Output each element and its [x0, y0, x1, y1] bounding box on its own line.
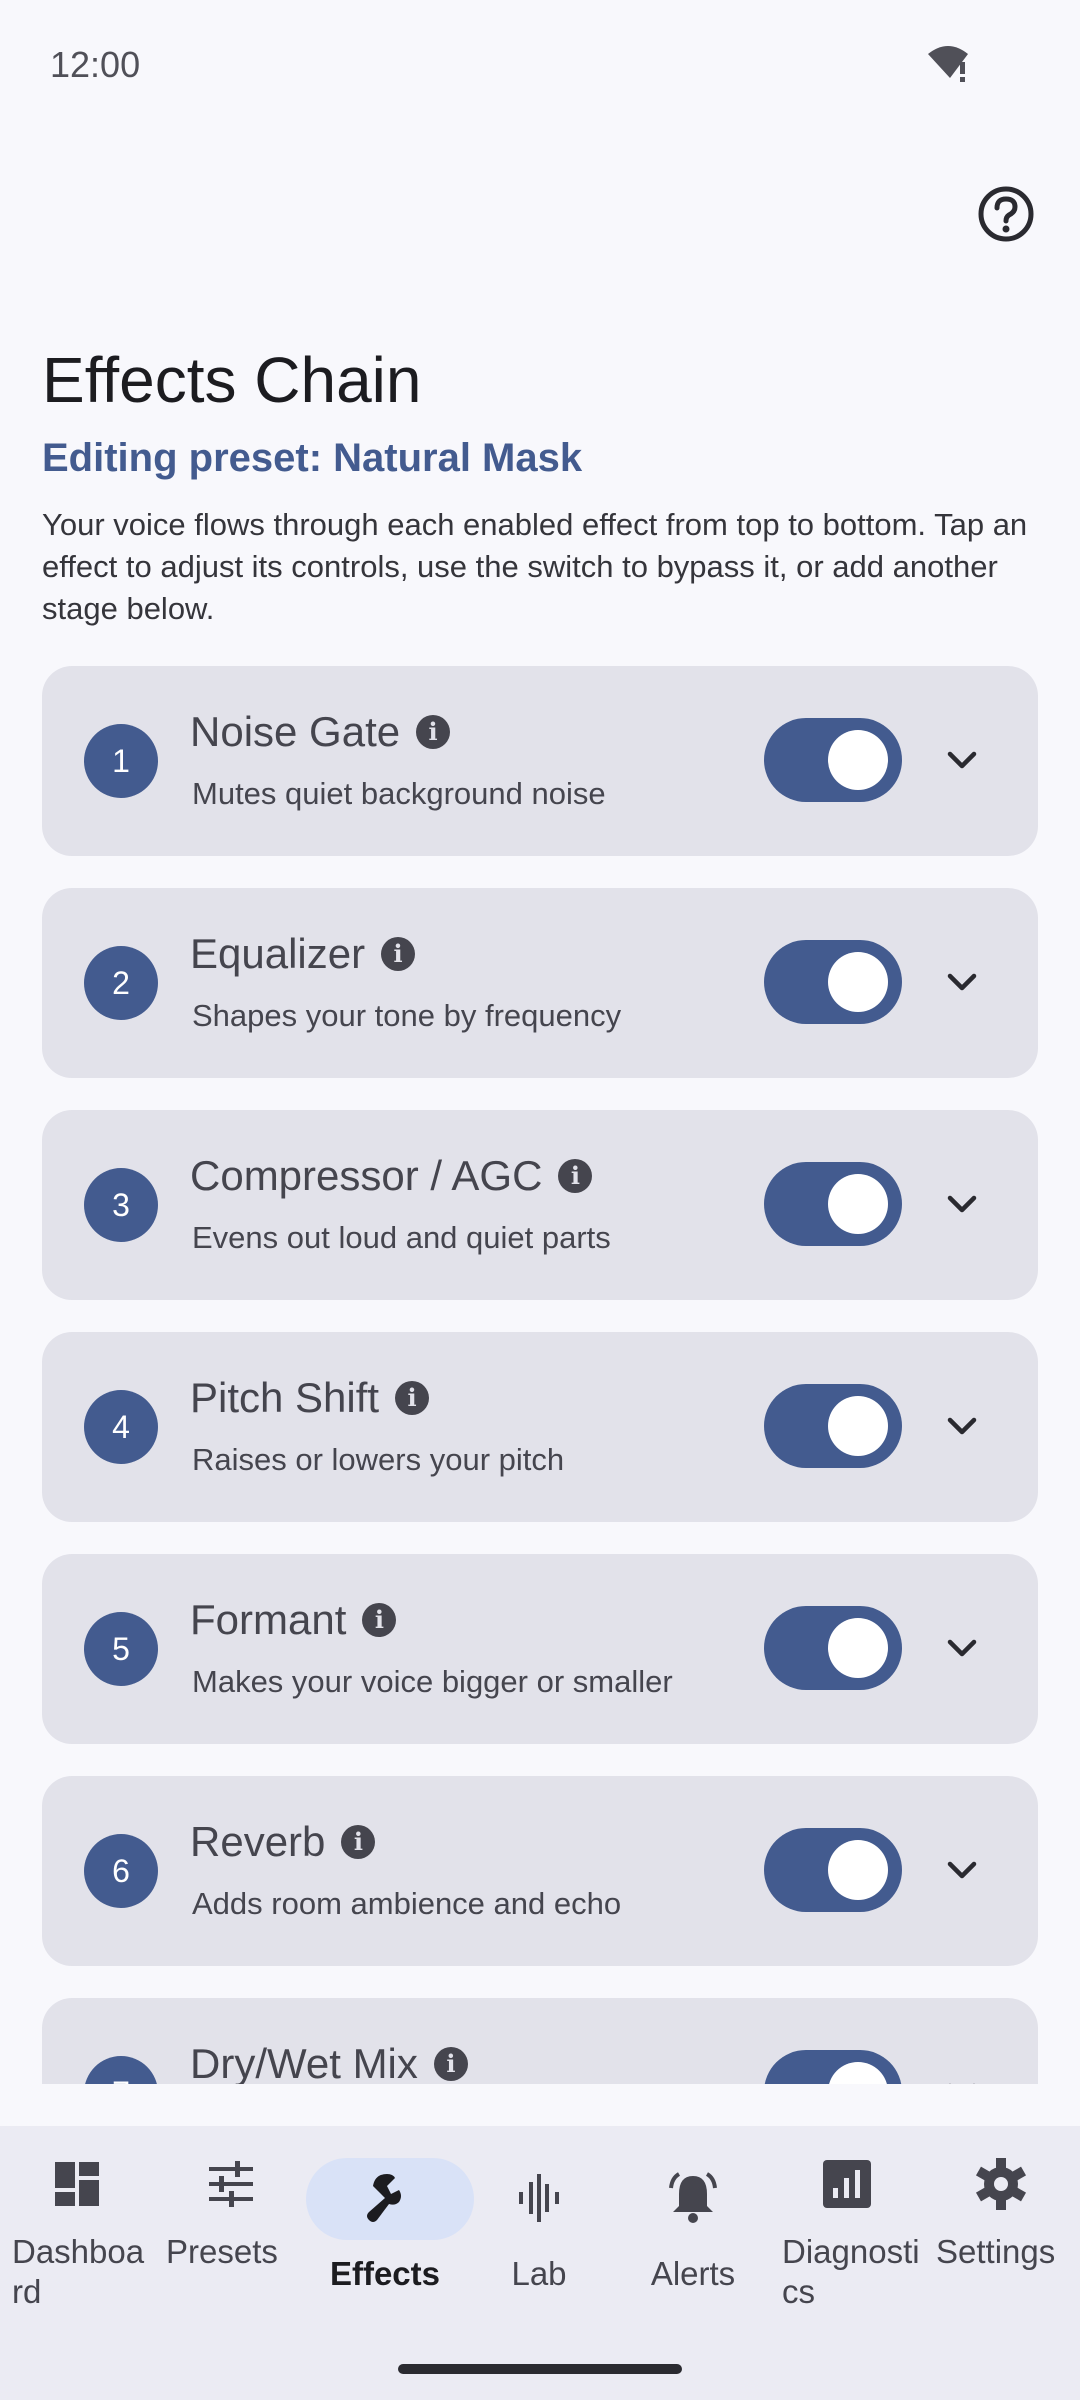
wifi-warning-icon	[928, 46, 968, 82]
page-title: Effects Chain	[42, 344, 422, 416]
home-indicator[interactable]	[398, 2364, 682, 2374]
wrench-icon	[367, 2174, 401, 2222]
chevron-down-icon[interactable]	[942, 1406, 982, 1446]
step-badge: 6	[84, 1834, 158, 1908]
effect-name: Formant	[190, 1596, 347, 1643]
effect-title: Noise Gate i	[190, 708, 451, 756]
step-badge: 1	[84, 724, 158, 798]
toggle-knob	[828, 1174, 888, 1234]
step-badge: 2	[84, 946, 158, 1020]
status-time: 12:00	[50, 44, 141, 85]
effect-description: Makes your voice bigger or smaller	[192, 1664, 673, 1699]
bypass-toggle[interactable]	[764, 1828, 902, 1912]
info-icon[interactable]: i	[416, 715, 451, 749]
info-icon[interactable]: i	[395, 1381, 430, 1415]
effect-card-pitch-shift[interactable]: 4 Pitch Shift i Raises or lowers your pit…	[42, 1332, 1038, 1522]
nav-label: Diagnostics	[782, 2233, 920, 2310]
nav-item-presets[interactable]: Presets	[154, 2126, 308, 2400]
effect-name: Reverb	[190, 1818, 326, 1865]
bypass-toggle[interactable]	[764, 2050, 902, 2084]
nav-label: Presets	[166, 2233, 278, 2270]
bypass-toggle[interactable]	[764, 1384, 902, 1468]
effect-name: Dry/Wet Mix	[190, 2040, 418, 2084]
toggle-knob	[828, 1618, 888, 1678]
effect-title: Formant i	[190, 1596, 397, 1644]
effect-name: Equalizer	[190, 930, 366, 977]
effect-description: Raises or lowers your pitch	[192, 1442, 565, 1477]
step-badge: 7	[84, 2056, 158, 2084]
info-icon[interactable]: i	[381, 937, 416, 971]
nav-item-effects[interactable]: Effects	[306, 2126, 474, 2400]
chevron-down-icon[interactable]	[942, 1628, 982, 1668]
effect-name: Pitch Shift	[190, 1374, 380, 1421]
nav-label: Lab	[511, 2255, 567, 2292]
toggle-knob	[828, 2062, 888, 2084]
chevron-down-icon[interactable]	[942, 2072, 982, 2084]
nav-label: Settings	[936, 2233, 1056, 2270]
effect-description: Mutes quiet background noise	[192, 776, 606, 811]
effect-description: Adds room ambience and echo	[192, 1886, 622, 1921]
chain-description: Your voice flows through each enabled ef…	[42, 507, 1028, 626]
info-icon[interactable]: i	[362, 1603, 397, 1637]
chevron-down-icon[interactable]	[942, 1184, 982, 1224]
toggle-knob	[828, 730, 888, 790]
bypass-toggle[interactable]	[764, 1162, 902, 1246]
effect-title: Reverb i	[190, 1818, 376, 1866]
bypass-toggle[interactable]	[764, 940, 902, 1024]
info-icon[interactable]: i	[558, 1159, 593, 1193]
effect-description: Shapes your tone by frequency	[192, 998, 622, 1033]
step-badge: 5	[84, 1612, 158, 1686]
bypass-toggle[interactable]	[764, 1606, 902, 1690]
nav-item-diagnostics[interactable]: Diagnostics	[770, 2126, 924, 2400]
help-icon[interactable]	[976, 184, 1036, 244]
nav-label: Dashboard	[12, 2233, 145, 2310]
effect-title: Equalizer i	[190, 930, 416, 978]
effect-title: Compressor / AGC i	[190, 1152, 593, 1200]
dashboard-icon	[55, 2162, 99, 2206]
effect-card-dry-wet-mix[interactable]: 7 Dry/Wet Mix i	[42, 1998, 1038, 2084]
effects-list[interactable]: 1 Noise Gate i Mutes quiet background noi…	[0, 660, 1080, 2084]
bypass-toggle[interactable]	[764, 718, 902, 802]
effect-card-compressor[interactable]: 3 Compressor / AGC i Evens out loud and q…	[42, 1110, 1038, 1300]
nav-item-dashboard[interactable]: Dashboard	[0, 2126, 154, 2400]
step-badge: 3	[84, 1168, 158, 1242]
effect-card-reverb[interactable]: 6 Reverb i Adds room ambience and echo	[42, 1776, 1038, 1966]
waveform-icon	[519, 2174, 559, 2222]
bottom-navigation: Dashboard Presets Effects Lab Alerts Dia…	[0, 2126, 1080, 2400]
preset-subtitle: Editing preset: Natural Mask	[42, 436, 583, 480]
effect-card-formant[interactable]: 5 Formant i Makes your voice bigger or sm…	[42, 1554, 1038, 1744]
toggle-knob	[828, 1396, 888, 1456]
effect-name: Compressor / AGC	[190, 1152, 543, 1199]
nav-item-settings[interactable]: Settings	[924, 2126, 1078, 2400]
status-bar: 12:00	[0, 0, 1080, 130]
gear-icon	[975, 2158, 1027, 2210]
nav-label: Alerts	[650, 2255, 736, 2292]
nav-item-alerts[interactable]: Alerts	[616, 2126, 770, 2400]
chevron-down-icon[interactable]	[942, 1850, 982, 1890]
chevron-down-icon[interactable]	[942, 740, 982, 780]
effect-name: Noise Gate	[190, 708, 401, 755]
chart-icon	[823, 2160, 871, 2208]
info-icon[interactable]: i	[433, 2047, 468, 2081]
nav-item-lab[interactable]: Lab	[462, 2126, 616, 2400]
effect-card-noise-gate[interactable]: 1 Noise Gate i Mutes quiet background noi…	[42, 666, 1038, 856]
chevron-down-icon[interactable]	[942, 962, 982, 1002]
tune-icon	[209, 2161, 253, 2207]
info-icon[interactable]: i	[341, 1825, 376, 1859]
effect-card-equalizer[interactable]: 2 Equalizer i Shapes your tone by frequen…	[42, 888, 1038, 1078]
nav-label: Effects	[329, 2255, 441, 2292]
effect-description: Evens out loud and quiet parts	[192, 1220, 611, 1255]
toggle-knob	[828, 952, 888, 1012]
toggle-knob	[828, 1840, 888, 1900]
effect-title: Dry/Wet Mix i	[190, 2040, 468, 2084]
effect-title: Pitch Shift i	[190, 1374, 430, 1422]
bell-icon	[669, 2172, 717, 2223]
step-badge: 4	[84, 1390, 158, 1464]
